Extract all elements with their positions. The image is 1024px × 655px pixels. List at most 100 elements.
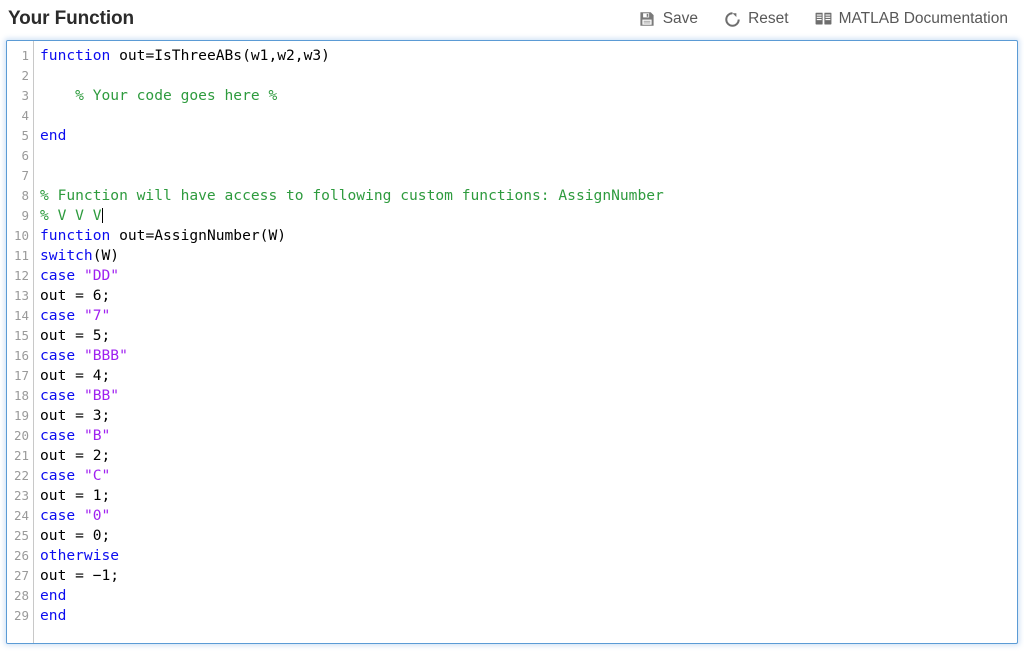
code-token: % Function will have access to following…: [40, 187, 664, 204]
line-number: 9: [21, 208, 29, 223]
text-cursor: [101, 208, 103, 223]
code-line[interactable]: otherwise: [40, 546, 1017, 566]
line-number: 1: [21, 48, 29, 63]
code-line[interactable]: out = 0;: [40, 526, 1017, 546]
code-editor[interactable]: 1 2 3 4 5 6 7 8 9 10 11 12 13 14 15 16 17 18 19 20 21 22 23 24 2…: [6, 40, 1018, 644]
code-line[interactable]: function out=IsThreeABs(w1,w2,w3): [40, 46, 1017, 66]
code-token: end: [40, 127, 67, 144]
code-line[interactable]: [40, 146, 1017, 166]
code-token: out = −1;: [40, 567, 120, 584]
code-token: out = 5;: [40, 327, 111, 344]
toolbar: Save Reset MATLAB Documentation: [639, 10, 1008, 28]
code-token: "0": [83, 507, 111, 524]
code-token: switch: [40, 247, 93, 264]
code-line[interactable]: case "0": [40, 506, 1017, 526]
matlab-documentation-label: MATLAB Documentation: [838, 10, 1008, 27]
line-number: 22: [13, 468, 29, 483]
line-number: 7: [21, 168, 29, 183]
code-line[interactable]: out = 2;: [40, 446, 1017, 466]
code-line[interactable]: out = 4;: [40, 366, 1017, 386]
code-token: end: [40, 607, 67, 624]
code-line[interactable]: switch(W): [40, 246, 1017, 266]
code-token: otherwise: [40, 547, 120, 564]
code-line[interactable]: [40, 166, 1017, 186]
save-button[interactable]: Save: [639, 10, 698, 28]
line-number: 21: [13, 448, 29, 463]
code-line[interactable]: case "BB": [40, 386, 1017, 406]
code-line[interactable]: out = 5;: [40, 326, 1017, 346]
code-token: % V V V: [40, 207, 102, 224]
code-token: "C": [83, 467, 111, 484]
code-token: out=AssignNumber(W): [110, 227, 287, 244]
code-token: case: [40, 467, 76, 484]
line-number: 28: [13, 588, 29, 603]
code-line[interactable]: end: [40, 606, 1017, 626]
code-token: "BBB": [83, 347, 128, 364]
code-token: case: [40, 427, 76, 444]
line-number: 13: [13, 288, 29, 303]
code-line[interactable]: case "7": [40, 306, 1017, 326]
code-line[interactable]: % V V V: [40, 206, 1017, 226]
line-number: 24: [13, 508, 29, 523]
code-line[interactable]: out = 1;: [40, 486, 1017, 506]
line-number: 23: [13, 488, 29, 503]
code-line[interactable]: out = 6;: [40, 286, 1017, 306]
line-number: 20: [13, 428, 29, 443]
code-line[interactable]: % Your code goes here %: [40, 86, 1017, 106]
code-token: out = 6;: [40, 287, 111, 304]
line-number: 12: [13, 268, 29, 283]
code-area[interactable]: function out=IsThreeABs(w1,w2,w3) % Your…: [34, 41, 1017, 643]
line-number: 26: [13, 548, 29, 563]
code-line[interactable]: case "C": [40, 466, 1017, 486]
code-line[interactable]: [40, 106, 1017, 126]
save-icon: [639, 11, 656, 28]
code-line[interactable]: case "BBB": [40, 346, 1017, 366]
page-title: Your Function: [8, 8, 135, 29]
page-header: Your Function Save Reset MATLAB Document…: [0, 0, 1024, 38]
code-line[interactable]: % Function will have access to following…: [40, 186, 1017, 206]
line-number: 16: [13, 348, 29, 363]
code-editor-wrapper: 1 2 3 4 5 6 7 8 9 10 11 12 13 14 15 16 17 18 19 20 21 22 23 24 2…: [4, 38, 1020, 646]
code-token: function: [40, 227, 111, 244]
code-token: out = 4;: [40, 367, 111, 384]
line-number: 29: [13, 608, 29, 623]
line-number: 6: [21, 148, 29, 163]
reset-button-label: Reset: [748, 10, 789, 27]
code-token: "BB": [83, 387, 120, 404]
line-number: 14: [13, 308, 29, 323]
code-token: % Your code goes here %: [40, 87, 278, 104]
code-line[interactable]: end: [40, 126, 1017, 146]
line-number: 10: [13, 228, 29, 243]
line-number: 4: [21, 108, 29, 123]
line-number: 5: [21, 128, 29, 143]
reset-button[interactable]: Reset: [724, 10, 789, 28]
line-number: 18: [13, 388, 29, 403]
reset-icon: [724, 11, 741, 28]
code-line[interactable]: out = 3;: [40, 406, 1017, 426]
book-icon: [815, 11, 832, 28]
line-number: 17: [13, 368, 29, 383]
matlab-documentation-button[interactable]: MATLAB Documentation: [815, 10, 1008, 28]
code-token: case: [40, 347, 76, 364]
code-token: end: [40, 587, 67, 604]
save-button-label: Save: [662, 10, 699, 27]
code-token: "DD": [83, 267, 120, 284]
code-token: out = 0;: [40, 527, 111, 544]
code-line[interactable]: end: [40, 586, 1017, 606]
code-line[interactable]: out = −1;: [40, 566, 1017, 586]
code-token: (W): [92, 247, 120, 264]
line-number: 27: [13, 568, 29, 583]
code-token: out=IsThreeABs(w1,w2,w3): [110, 47, 330, 64]
code-token: out = 2;: [40, 447, 111, 464]
code-line[interactable]: function out=AssignNumber(W): [40, 226, 1017, 246]
code-line[interactable]: [40, 66, 1017, 86]
code-token: function: [40, 47, 111, 64]
code-line[interactable]: case "DD": [40, 266, 1017, 286]
code-line[interactable]: case "B": [40, 426, 1017, 446]
